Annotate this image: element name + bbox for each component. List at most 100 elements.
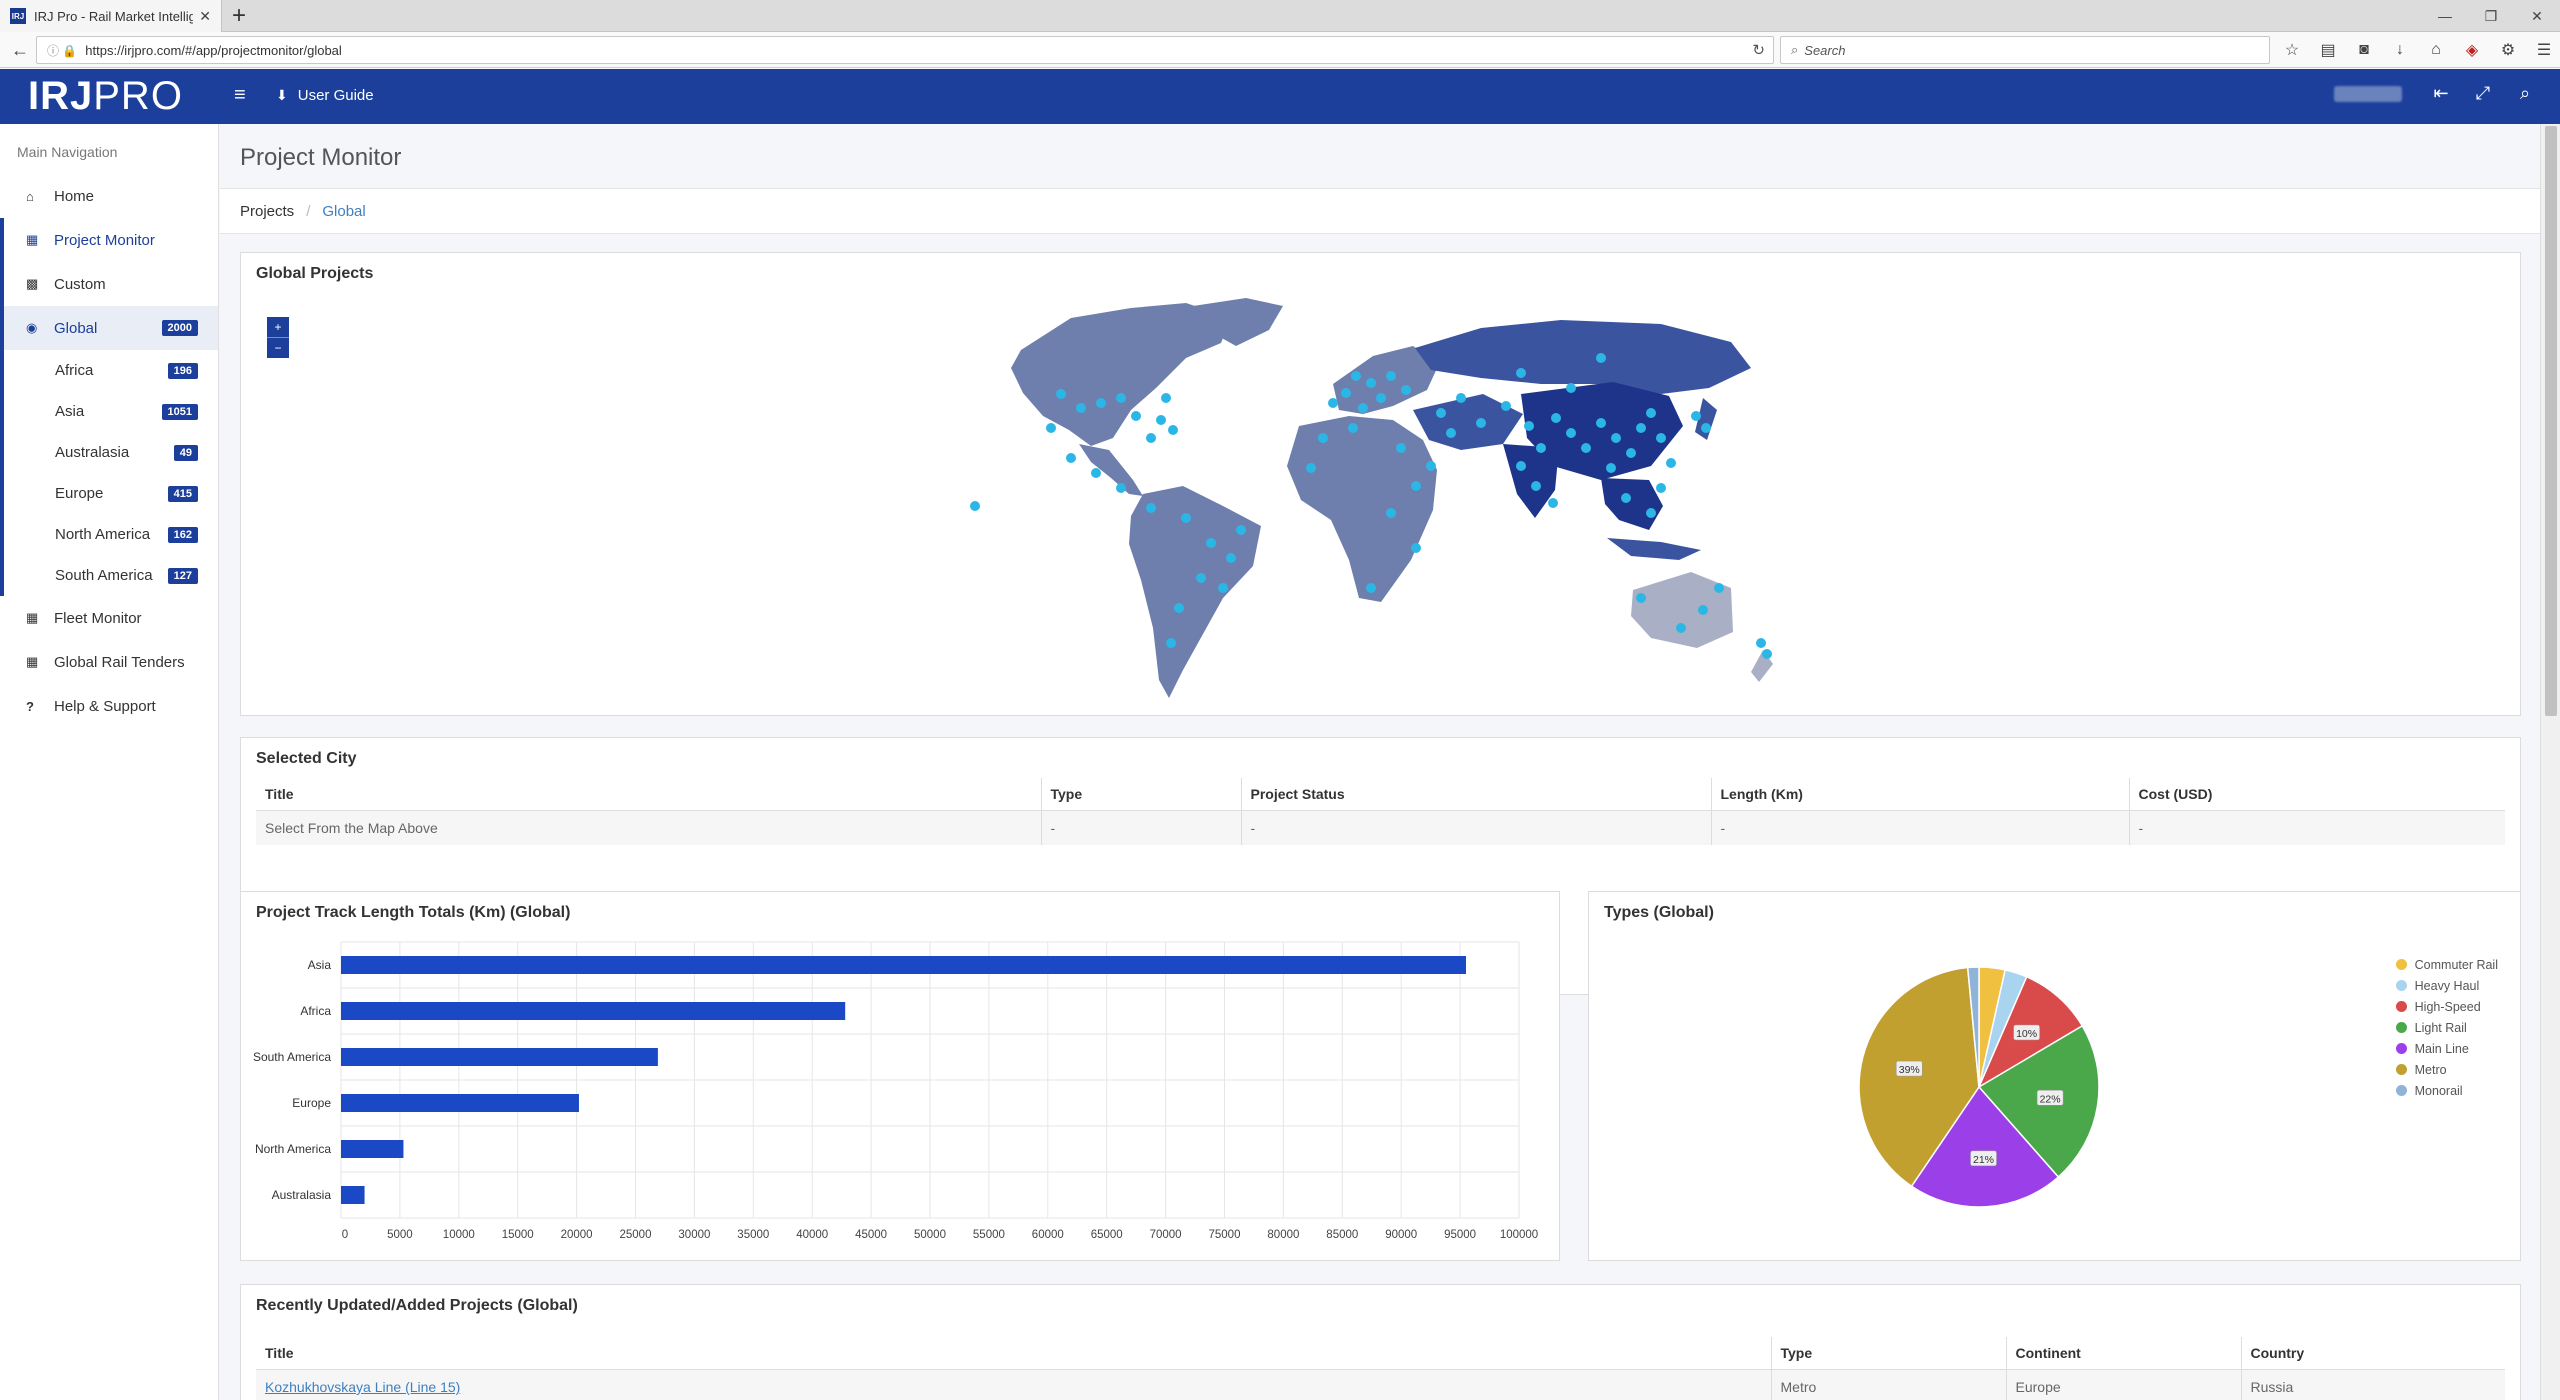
logo-light: PRO [93, 74, 183, 118]
bookmark-star-icon[interactable]: ☆ [2274, 36, 2310, 64]
x-tick-label: 60000 [1032, 1229, 1064, 1241]
breadcrumb-projects[interactable]: Projects [240, 203, 294, 220]
main-content: Project Monitor Projects / Global Global… [220, 124, 2540, 1400]
zoom-out-button[interactable]: − [267, 338, 289, 358]
sidebar-item-label: Custom [54, 275, 106, 293]
back-icon[interactable]: ← [6, 36, 34, 64]
browser-tab[interactable]: IRJ IRJ Pro - Rail Market Intellig ✕ [0, 0, 222, 32]
legend-item[interactable]: Heavy Haul [2395, 975, 2498, 996]
column-header: Length (Km) [1710, 778, 2129, 811]
search-input[interactable]: ⌕ Search [1780, 36, 2270, 64]
table-header-row: Title Type Project Status Length (Km) Co… [256, 778, 2505, 811]
legend-item[interactable]: High-Speed [2395, 996, 2498, 1017]
x-tick-label: 15000 [502, 1229, 534, 1241]
zoom-in-button[interactable]: + [267, 317, 289, 338]
sidebar-group-project-monitor: ▦ Project Monitor ▩ Custom ◉ Global 2000… [0, 218, 218, 596]
sidebar-heading: Main Navigation [17, 144, 118, 160]
track-length-panel: Project Track Length Totals (Km) (Global… [240, 891, 1560, 1261]
legend-label: Metro [2414, 1062, 2447, 1077]
column-header: Type [1770, 1337, 2006, 1370]
sidebar-item-label: Home [54, 187, 95, 205]
sidebar-item-tenders[interactable]: ▦ Global Rail Tenders [0, 640, 218, 684]
sidebar-item-label: Fleet Monitor [54, 609, 142, 627]
legend-label: Main Line [2414, 1041, 2469, 1056]
sidebar-item-europe[interactable]: Europe 415 [4, 473, 218, 514]
pocket-icon[interactable]: ◙ [2346, 36, 2382, 64]
sidebar-item-south-america[interactable]: South America 127 [4, 555, 218, 596]
table-row[interactable]: Kozhukhovskaya Line (Line 15) Metro Euro… [256, 1369, 2505, 1400]
address-bar[interactable]: ⓘ 🔒 https://irjpro.com/#/app/projectmoni… [36, 36, 1774, 64]
minimize-icon[interactable]: — [2422, 0, 2468, 32]
download-icon[interactable]: ↓ [2382, 36, 2418, 64]
x-tick-label: 10000 [443, 1229, 475, 1241]
lock-icon: ⓘ 🔒 [47, 43, 78, 58]
reading-list-icon[interactable]: ▤ [2310, 36, 2346, 64]
x-tick-label: 40000 [796, 1229, 828, 1241]
bar [341, 1002, 846, 1020]
table-cell: - [2128, 810, 2505, 845]
data-label: 21% [1973, 1154, 1994, 1166]
home-icon[interactable]: ⌂ [2418, 36, 2454, 64]
new-tab-icon[interactable]: + [232, 2, 246, 30]
table-row: Select From the Map Above - - - - [256, 810, 2505, 845]
legend-item[interactable]: Light Rail [2395, 1017, 2498, 1038]
sidebar-item-label: Global [54, 319, 98, 337]
logo[interactable]: IRJPRO [28, 76, 183, 116]
column-header: Type [1040, 778, 1241, 811]
legend-item[interactable]: Monorail [2395, 1080, 2498, 1101]
table-icon: ▦ [26, 610, 39, 625]
bar [341, 1186, 365, 1204]
table-cell[interactable]: Kozhukhovskaya Line (Line 15) [256, 1369, 1771, 1400]
panel-title: Types (Global) [1604, 904, 1714, 921]
legend-swatch [2395, 959, 2407, 970]
column-header: Title [256, 1337, 1771, 1370]
world-map[interactable] [961, 298, 1781, 703]
sidebar-item-help[interactable]: ? Help & Support [0, 684, 218, 728]
header-actions: ⇤ ⤢ ⌕ [2334, 83, 2546, 104]
hamburger-menu-icon[interactable]: ≡ [234, 84, 246, 107]
project-link[interactable]: Kozhukhovskaya Line (Line 15) [265, 1379, 460, 1395]
restore-icon[interactable]: ❐ [2468, 0, 2514, 32]
logout-icon[interactable]: ⇤ [2420, 83, 2462, 104]
user-guide-button[interactable]: ⬇ User Guide [276, 87, 374, 104]
count-badge: 127 [167, 567, 198, 584]
x-tick-label: 100000 [1500, 1229, 1538, 1241]
recent-projects-panel: Recently Updated/Added Projects (Global)… [240, 1284, 2521, 1400]
legend-item[interactable]: Main Line [2395, 1038, 2498, 1059]
map-north-america [1011, 303, 1231, 446]
fullscreen-icon[interactable]: ⤢ [2462, 83, 2504, 104]
legend-item[interactable]: Commuter Rail [2395, 954, 2498, 975]
page-scrollbar[interactable] [2540, 124, 2560, 1400]
sidebar-item-home[interactable]: ⌂ Home [0, 174, 218, 218]
sidebar-item-north-america[interactable]: North America 162 [4, 514, 218, 555]
map-africa [1287, 416, 1437, 602]
close-window-icon[interactable]: ✕ [2514, 0, 2560, 32]
table-cell: - [1040, 810, 1241, 845]
sidebar-item-africa[interactable]: Africa 196 [4, 350, 218, 391]
sidebar: Main Navigation ⌂ Home ▦ Project Monitor… [0, 124, 219, 1400]
legend-swatch [2395, 1064, 2407, 1075]
sidebar-item-custom[interactable]: ▩ Custom [4, 262, 218, 306]
extension-icon[interactable]: ⚙ [2490, 36, 2526, 64]
count-badge: 162 [167, 526, 198, 543]
search-icon[interactable]: ⌕ [2504, 83, 2546, 104]
app-header: IRJPRO ≡ ⬇ User Guide ⇤ ⤢ ⌕ [0, 69, 2560, 124]
scrollbar-thumb[interactable] [2545, 126, 2557, 716]
sidebar-item-fleet-monitor[interactable]: ▦ Fleet Monitor [0, 596, 218, 640]
legend-item[interactable]: Metro [2395, 1059, 2498, 1080]
map-central-america [1079, 444, 1143, 496]
sidebar-item-label: Europe [55, 485, 104, 502]
column-header: Country [2240, 1337, 2505, 1370]
reload-icon[interactable]: ↻ [1752, 41, 1765, 59]
sidebar-item-project-monitor[interactable]: ▦ Project Monitor [4, 218, 218, 262]
menu-icon[interactable]: ☰ [2526, 36, 2560, 64]
sidebar-item-asia[interactable]: Asia 1051 [4, 391, 218, 432]
sidebar-item-australasia[interactable]: Australasia 49 [4, 432, 218, 473]
shield-icon[interactable]: ◈ [2454, 36, 2490, 64]
bar [341, 956, 1466, 974]
sidebar-item-global[interactable]: ◉ Global 2000 [4, 306, 218, 350]
close-tab-icon[interactable]: ✕ [199, 8, 211, 25]
sidebar-item-label: Asia [55, 403, 85, 420]
page-title: Project Monitor [240, 144, 402, 171]
table-cell: Select From the Map Above [256, 810, 1041, 845]
